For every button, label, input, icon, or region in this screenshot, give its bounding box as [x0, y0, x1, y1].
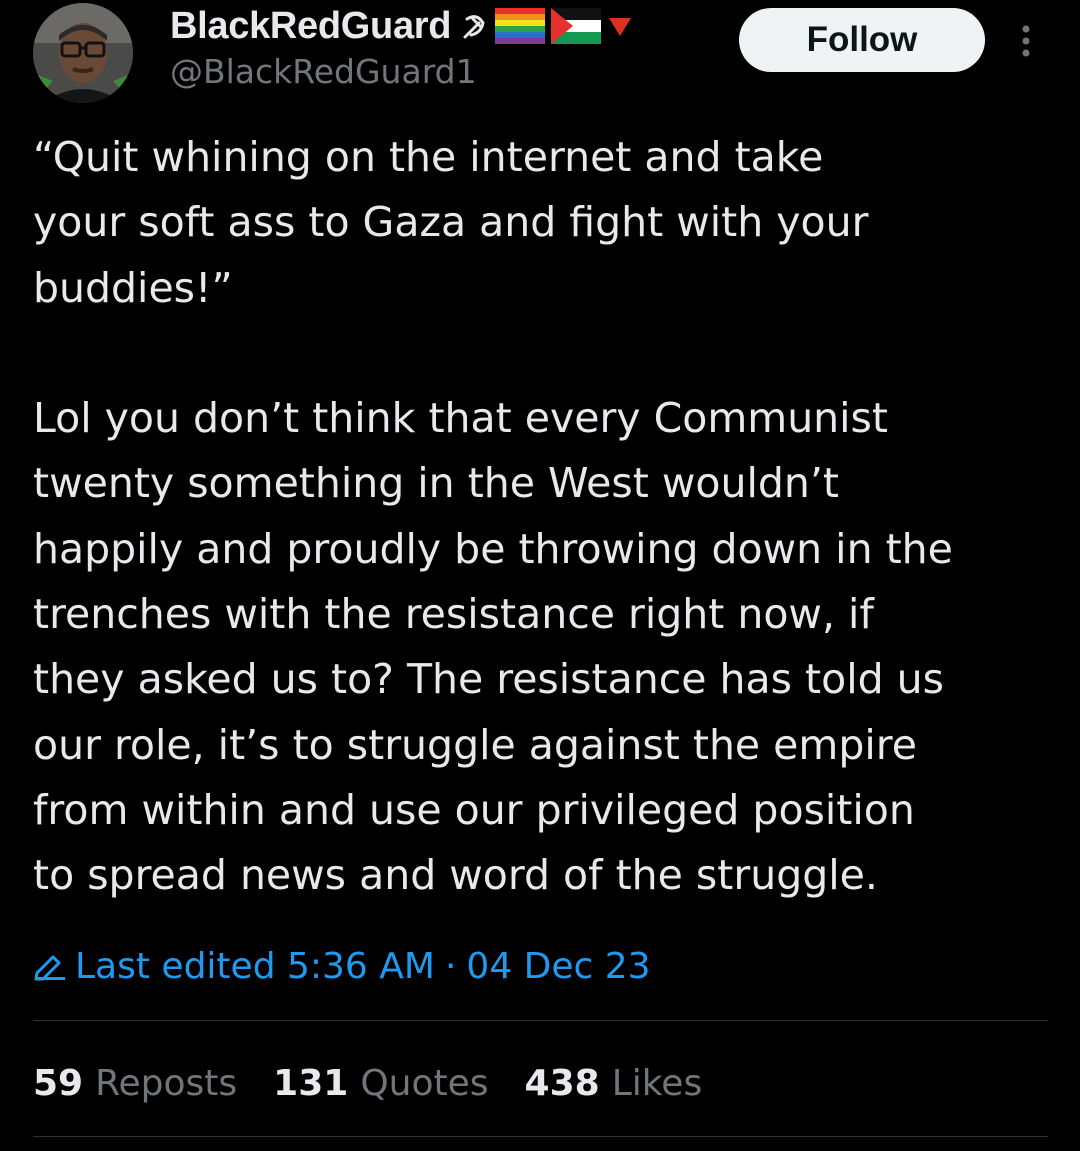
- reposts-label: Reposts: [95, 1062, 238, 1104]
- rainbow-flag-icon: [495, 8, 546, 44]
- hammer-sickle-icon: [459, 11, 489, 41]
- pencil-icon: [33, 951, 67, 981]
- divider: [33, 1020, 1048, 1021]
- likes-stat[interactable]: 438 Likes: [525, 1063, 703, 1104]
- follow-button[interactable]: Follow: [739, 8, 985, 72]
- more-button[interactable]: [1008, 16, 1044, 66]
- tweet-header: BlackRedGuard @BlackRedGuard1 Follow: [0, 0, 1080, 110]
- tweet-text: “Quit whining on the internet and take y…: [33, 125, 1063, 909]
- last-edited-label: Last edited 5:36 AM: [75, 945, 435, 987]
- more-vertical-icon: [1022, 25, 1030, 57]
- red-triangle-icon: [607, 14, 633, 38]
- engagement-stats: 59 Reposts 131 Quotes 438 Likes: [33, 1055, 738, 1111]
- quotes-label: Quotes: [360, 1062, 489, 1104]
- reposts-stat[interactable]: 59 Reposts: [33, 1063, 237, 1104]
- tweet-paragraph: “Quit whining on the internet and take y…: [33, 133, 869, 312]
- palestine-flag-icon: [551, 8, 602, 44]
- last-edited-date: 04 Dec 23: [466, 945, 651, 987]
- name-emojis: [459, 8, 639, 44]
- likes-label: Likes: [611, 1062, 703, 1104]
- quotes-count: 131: [273, 1062, 349, 1104]
- display-name-row: BlackRedGuard: [170, 4, 639, 48]
- tweet-paragraph: Lol you don’t think that every Communist…: [33, 394, 953, 900]
- divider: [33, 1136, 1048, 1137]
- last-edited-link[interactable]: Last edited 5:36 AM · 04 Dec 23: [33, 938, 651, 994]
- avatar[interactable]: [33, 3, 133, 103]
- quotes-stat[interactable]: 131 Quotes: [273, 1063, 488, 1104]
- display-name[interactable]: BlackRedGuard: [170, 5, 452, 48]
- reposts-count: 59: [33, 1062, 84, 1104]
- edited-separator: ·: [444, 945, 457, 987]
- likes-count: 438: [524, 1062, 600, 1104]
- handle[interactable]: @BlackRedGuard1: [170, 52, 477, 91]
